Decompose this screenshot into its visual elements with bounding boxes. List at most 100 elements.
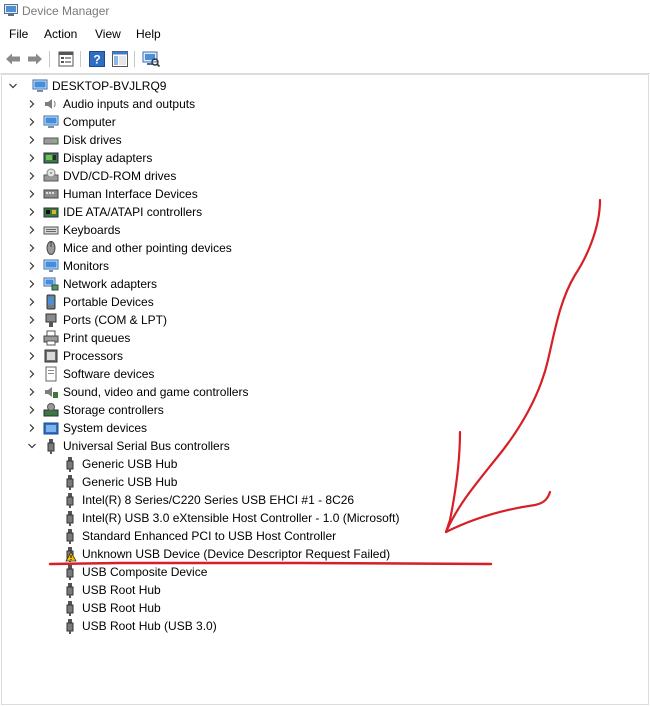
chevron-right-icon[interactable] (27, 243, 37, 253)
expand-toggle[interactable] (27, 387, 37, 397)
expand-toggle[interactable] (27, 351, 37, 361)
tree-category-audio-inputs-and-outputs[interactable]: Audio inputs and outputs (27, 95, 195, 113)
back-icon (6, 53, 20, 65)
chevron-right-icon[interactable] (27, 423, 37, 433)
menu-view[interactable]: View (95, 27, 121, 41)
expand-toggle[interactable] (27, 261, 37, 271)
tree-device[interactable]: USB Root Hub (62, 581, 161, 599)
tree-category-print-queues[interactable]: Print queues (27, 329, 130, 347)
chevron-right-icon[interactable] (27, 99, 37, 109)
expand-toggle[interactable] (27, 99, 37, 109)
expand-toggle[interactable] (27, 405, 37, 415)
expand-toggle[interactable] (27, 315, 37, 325)
chevron-right-icon[interactable] (27, 135, 37, 145)
chevron-right-icon[interactable] (27, 279, 37, 289)
tree-root[interactable]: DESKTOP-BVJLRQ9 (8, 77, 166, 95)
menu-file[interactable]: File (9, 27, 28, 41)
processor-icon (44, 349, 58, 363)
window-title: Device Manager (22, 4, 110, 18)
tree-category-mice-and-other-pointing-devices[interactable]: Mice and other pointing devices (27, 239, 232, 257)
expand-toggle[interactable] (27, 117, 37, 127)
tree-device[interactable]: Intel(R) USB 3.0 eXtensible Host Control… (62, 509, 399, 527)
expand-toggle[interactable] (27, 153, 37, 163)
chevron-right-icon[interactable] (27, 297, 37, 307)
tree-category-processors[interactable]: Processors (27, 347, 123, 365)
help-button[interactable]: ? (87, 49, 107, 69)
expand-toggle[interactable] (27, 279, 37, 289)
chevron-right-icon[interactable] (27, 117, 37, 127)
tree-category-display-adapters[interactable]: Display adapters (27, 149, 152, 167)
chevron-right-icon[interactable] (27, 153, 37, 163)
expand-toggle[interactable] (27, 135, 37, 145)
chevron-right-icon[interactable] (27, 207, 37, 217)
tree-device[interactable]: Generic USB Hub (62, 473, 177, 491)
tree-device-label: USB Root Hub (USB 3.0) (82, 619, 217, 633)
forward-button[interactable] (25, 49, 45, 69)
chevron-right-icon[interactable] (27, 351, 37, 361)
chevron-right-icon[interactable] (27, 315, 37, 325)
computer-icon (32, 79, 48, 92)
chevron-right-icon[interactable] (27, 225, 37, 235)
tree-device[interactable]: Standard Enhanced PCI to USB Host Contro… (62, 527, 336, 545)
back-button[interactable] (3, 49, 23, 69)
chevron-right-icon[interactable] (27, 189, 37, 199)
expand-toggle[interactable] (27, 423, 37, 433)
menu-help[interactable]: Help (136, 27, 161, 41)
tree-category-computer[interactable]: Computer (27, 113, 116, 131)
chevron-down-icon[interactable] (8, 81, 18, 91)
scan-hardware-button[interactable] (141, 49, 161, 69)
menu-action[interactable]: Action (44, 27, 77, 41)
tree-category-storage-controllers[interactable]: Storage controllers (27, 401, 164, 419)
tree-category-label: Processors (63, 349, 124, 363)
tree-device[interactable]: USB Root Hub (62, 599, 161, 617)
tree-category-monitors[interactable]: Monitors (27, 257, 109, 275)
keyboard-icon (43, 226, 59, 235)
tree-category-universal-serial-bus-controllers[interactable]: Universal Serial Bus controllers (27, 437, 230, 455)
expand-toggle[interactable] (27, 441, 37, 451)
chevron-right-icon[interactable] (27, 171, 37, 181)
expand-toggle[interactable] (27, 333, 37, 343)
chevron-down-icon[interactable] (27, 441, 37, 451)
tree-category-ide-ata-atapi-controllers[interactable]: IDE ATA/ATAPI controllers (27, 203, 202, 221)
usb-plug-icon (66, 493, 74, 508)
chevron-right-icon[interactable] (27, 333, 37, 343)
tree-category-label: System devices (63, 421, 148, 435)
tree-category-network-adapters[interactable]: Network adapters (27, 275, 157, 293)
expand-toggle[interactable] (27, 207, 37, 217)
tree-device[interactable]: Intel(R) 8 Series/C220 Series USB EHCI #… (62, 491, 354, 509)
tree-device[interactable]: USB Composite Device (62, 563, 207, 581)
tree-category-label: Portable Devices (63, 295, 154, 309)
tree-device-unknown-usb-device[interactable]: Unknown USB Device (Device Descriptor Re… (62, 545, 390, 563)
chevron-right-icon[interactable] (27, 369, 37, 379)
tree-device[interactable]: Generic USB Hub (62, 455, 177, 473)
chevron-right-icon[interactable] (27, 261, 37, 271)
storage-controller-icon (43, 403, 59, 417)
expand-toggle[interactable] (27, 297, 37, 307)
tree-category-disk-drives[interactable]: Disk drives (27, 131, 122, 149)
tree-category-system-devices[interactable]: System devices (27, 419, 147, 437)
tree-category-human-interface-devices[interactable]: Human Interface Devices (27, 185, 198, 203)
expand-toggle[interactable] (27, 171, 37, 181)
chevron-right-icon[interactable] (27, 387, 37, 397)
expand-toggle[interactable] (27, 369, 37, 379)
show-hide-console-tree-button[interactable] (110, 49, 130, 69)
tree-category-ports-com-lpt[interactable]: Ports (COM & LPT) (27, 311, 167, 329)
tree-category-sound-video-and-game-controllers[interactable]: Sound, video and game controllers (27, 383, 248, 401)
mouse-icon (46, 241, 56, 255)
tree-device[interactable]: USB Root Hub (USB 3.0) (62, 617, 217, 635)
usb-controller-icon (47, 439, 55, 454)
tree-device-label: Generic USB Hub (82, 457, 178, 471)
usb-plug-icon (66, 601, 74, 616)
toolbar-separator (134, 51, 135, 67)
expand-toggle[interactable] (27, 243, 37, 253)
tree-category-dvd-cd-rom-drives[interactable]: DVD/CD-ROM drives (27, 167, 176, 185)
expand-toggle[interactable] (27, 225, 37, 235)
tree-category-keyboards[interactable]: Keyboards (27, 221, 120, 239)
chevron-right-icon[interactable] (27, 405, 37, 415)
tree-category-portable-devices[interactable]: Portable Devices (27, 293, 154, 311)
properties-button[interactable] (56, 49, 76, 69)
tree-category-software-devices[interactable]: Software devices (27, 365, 154, 383)
disk-drive-icon (43, 137, 59, 145)
software-device-icon (45, 366, 57, 382)
expand-toggle[interactable] (27, 189, 37, 199)
